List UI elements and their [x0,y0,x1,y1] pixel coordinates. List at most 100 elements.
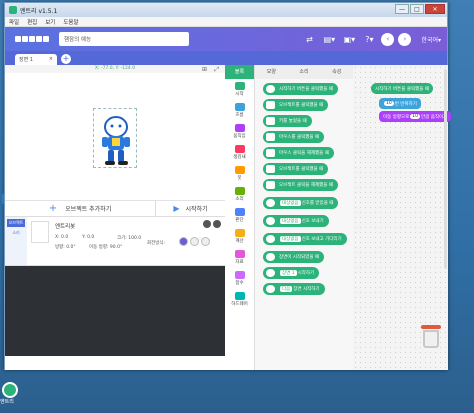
rotate-horizontal-button[interactable] [190,237,199,246]
workspace-scrollbar[interactable] [444,69,447,269]
category-5[interactable]: 소리 [225,184,254,205]
category-label: 함수 [235,281,244,286]
object-card[interactable]: 엔트리봇 X: 0.0 Y: 0.0 크기: 100.0 방향: 0.0° 이동… [27,217,225,265]
object-thumbnail [31,221,49,243]
palette-block[interactable]: 마우스를 클릭했을 때 [263,131,325,143]
mode-toggle-icon[interactable]: ⇄ [301,32,317,46]
tab-attributes[interactable]: 속성 [320,65,353,79]
palette-block[interactable]: 시작하기 버튼을 클릭했을 때 [263,83,338,95]
category-icon [234,229,245,237]
repeat-count[interactable]: 10 [384,101,394,106]
category-10[interactable]: 하드웨어 [225,289,254,310]
start-button[interactable]: ▶ 시작하기 [155,201,225,216]
palette-block[interactable]: 마우스 클릭을 해제했을 때 [263,147,334,159]
redo-icon[interactable]: › [398,32,412,46]
object-lock-icon[interactable] [213,220,221,228]
palette-block[interactable]: 대상없음 신호 보내기 [263,215,329,227]
category-icon [234,145,245,153]
close-button[interactable]: ✕ [425,4,445,14]
scene-close-icon[interactable]: × [49,56,53,63]
add-object-button[interactable]: + 오브젝트 추가하기 [5,201,155,216]
category-0[interactable]: 시작 [225,79,254,100]
block-dropdown[interactable]: 대상없음 [280,200,301,206]
palette-block[interactable]: 오브젝트를 클릭했을 때 [263,163,329,175]
app-header: 햄잠의 예능 ⇄ ▤▾ ▣▾ ?▾ ‹ › 한국어▾ [5,27,447,51]
category-1[interactable]: 흐름 [225,100,254,121]
entrybot-sprite[interactable] [93,108,137,168]
palette-block[interactable]: 다음 장면 시작하기 [263,283,325,295]
object-move-direction[interactable]: 이동 방향: 90.0° [89,244,122,250]
category-icon [234,271,245,279]
block-dropdown[interactable]: 대상없음 [280,236,301,242]
palette-block[interactable]: 장면이 시작되었을 때 [263,251,325,263]
object-x[interactable]: X: 0.0 [55,235,68,240]
move-count[interactable]: 10 [410,114,421,119]
minimize-button[interactable]: — [395,4,409,14]
category-label: 생김새 [233,155,246,160]
palette-block[interactable]: 대상없음 신호 보내고 기다리기 [263,233,347,245]
play-icon: ▶ [173,204,180,213]
block-icon [266,133,275,141]
trash-icon[interactable] [421,325,441,349]
category-2[interactable]: 움직임 [225,121,254,142]
add-scene-button[interactable]: + [61,54,71,64]
start-label: 시작하기 [185,206,208,213]
category-4[interactable]: 붓 [225,163,254,184]
object-size[interactable]: 크기: 100.0 [117,235,141,241]
block-text: 키를 눌렀을 때 [279,119,307,124]
tab-blocks[interactable]: 블록 [225,65,254,79]
code-workspace[interactable]: 시작하기 버튼을 클릭했을 때 10 번 반복하기 이동 방향으로 10 만큼 … [353,65,452,370]
object-visibility-icon[interactable] [203,220,211,228]
object-y[interactable]: Y: 0.0 [82,235,94,240]
block-icon [266,199,275,207]
category-9[interactable]: 함수 [225,268,254,289]
add-object-label: 오브젝트 추가하기 [65,206,112,213]
maximize-button[interactable]: □ [410,4,424,14]
menu-view[interactable]: 보기 [45,18,55,26]
palette-block[interactable]: 장면 1 시작하기 [263,267,320,279]
entry-logo [15,36,49,42]
tab-sound[interactable]: 소리 [288,65,321,79]
block-text: 시작하기 [297,271,315,276]
block-dropdown[interactable]: 다음 [280,286,293,292]
left-panel: X: -77.0, Y: -124.0 ⊞ ⤢ + 오브젝트 추가하기 ▶ 시작… [5,65,225,370]
block-dropdown[interactable]: 장면 1 [280,270,297,276]
language-select[interactable]: 한국어▾ [421,35,441,44]
object-direction[interactable]: 방향: 0.0° [55,244,76,250]
palette-block[interactable]: 대상없음 신호를 받았을 때 [263,197,339,209]
block-text: 신호를 받았을 때 [301,201,334,206]
block-text: 시작하기 버튼을 클릭했을 때 [279,87,333,92]
category-icon [234,103,245,111]
category-8[interactable]: 자료 [225,247,254,268]
menu-help[interactable]: 도움말 [63,18,78,26]
rotate-free-button[interactable] [179,237,188,246]
palette-block[interactable]: 키를 눌렀을 때 [263,115,312,127]
menu-file[interactable]: 파일 [9,18,19,26]
palette-block[interactable]: 오브젝트를 클릭했을 때 [263,99,329,111]
menu-edit[interactable]: 편집 [27,18,37,26]
undo-icon[interactable]: ‹ [381,32,395,46]
category-6[interactable]: 판단 [225,205,254,226]
block-text: 오브젝트를 클릭했을 때 [279,103,324,108]
help-menu-icon[interactable]: ?▾ [361,32,377,46]
project-title-input[interactable]: 햄잠의 예능 [59,32,189,46]
tab-sounds[interactable]: 소리 [7,230,25,236]
category-3[interactable]: 생김새 [225,142,254,163]
code-move-block[interactable]: 이동 방향으로 10 만큼 움직이기 [379,111,452,122]
block-dropdown[interactable]: 대상없음 [280,218,301,224]
block-icon [266,101,275,109]
tab-shapes[interactable]: 모양 [255,65,288,79]
tab-scene-1[interactable]: 장면 1 × [15,54,57,65]
tab-objects[interactable]: 오브젝트 [7,219,25,227]
category-icon [234,82,245,90]
category-label: 자료 [235,260,244,265]
code-start-block[interactable]: 시작하기 버튼을 클릭했을 때 [371,83,433,94]
category-7[interactable]: 계산 [225,226,254,247]
rotate-none-button[interactable] [201,237,210,246]
stage-canvas[interactable] [5,73,225,201]
save-menu-icon[interactable]: ▣▾ [341,32,357,46]
file-menu-icon[interactable]: ▤▾ [321,32,337,46]
object-name[interactable]: 엔트리봇 [55,222,75,230]
palette-block[interactable]: 오브젝트 클릭을 해제했을 때 [263,179,338,191]
code-repeat-block[interactable]: 10 번 반복하기 [379,98,421,109]
